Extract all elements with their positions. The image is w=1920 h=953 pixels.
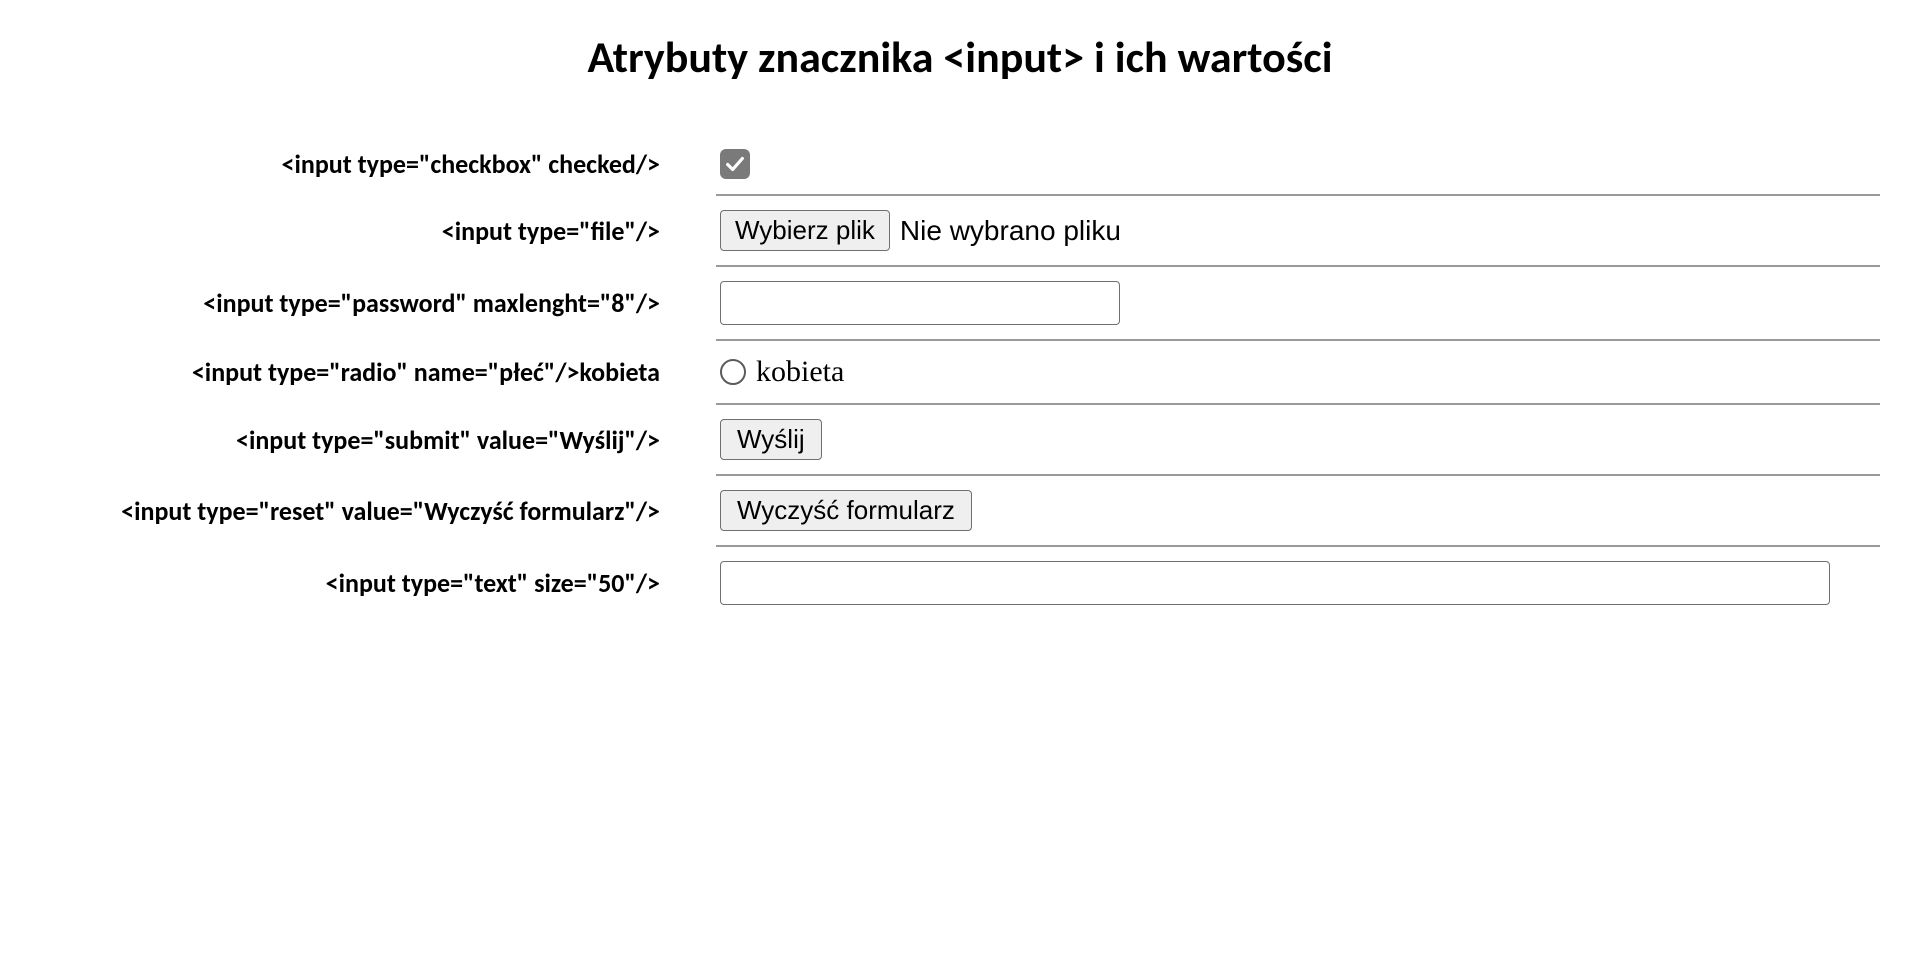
label-radio: <input type="radio" name="płeć"/>kobieta xyxy=(40,356,660,388)
control-reset: Wyczyść formularz xyxy=(660,490,1880,531)
page: Atrybuty znacznika <input> i ich wartośc… xyxy=(0,0,1920,659)
row-submit: <input type="submit" value="Wyślij"/> Wy… xyxy=(40,405,1880,474)
label-submit: <input type="submit" value="Wyślij"/> xyxy=(40,424,660,456)
row-text: <input type="text" size="50"/> xyxy=(40,547,1880,619)
row-reset: <input type="reset" value="Wyczyść formu… xyxy=(40,476,1880,545)
text-input[interactable] xyxy=(720,561,1830,605)
checkbox-input[interactable] xyxy=(720,149,750,179)
label-reset: <input type="reset" value="Wyczyść formu… xyxy=(40,495,660,527)
control-radio: kobieta xyxy=(660,355,1880,389)
radio-option-label: kobieta xyxy=(756,355,844,389)
row-checkbox: <input type="checkbox" checked/> xyxy=(40,134,1880,194)
page-title: Atrybuty znacznika <input> i ich wartośc… xyxy=(40,30,1880,84)
control-file: Wybierz plik Nie wybrano pliku xyxy=(660,210,1880,251)
radio-input[interactable] xyxy=(720,359,746,385)
reset-button[interactable]: Wyczyść formularz xyxy=(720,490,972,531)
row-file: <input type="file"/> Wybierz plik Nie wy… xyxy=(40,196,1880,265)
label-password: <input type="password" maxlenght="8"/> xyxy=(40,287,660,319)
label-text: <input type="text" size="50"/> xyxy=(40,567,660,599)
control-password xyxy=(660,281,1880,325)
row-radio: <input type="radio" name="płeć"/>kobieta… xyxy=(40,341,1880,403)
control-submit: Wyślij xyxy=(660,419,1880,460)
file-status-text: Nie wybrano pliku xyxy=(900,215,1121,247)
submit-button[interactable]: Wyślij xyxy=(720,419,822,460)
row-password: <input type="password" maxlenght="8"/> xyxy=(40,267,1880,339)
label-file: <input type="file"/> xyxy=(40,215,660,247)
password-input[interactable] xyxy=(720,281,1120,325)
label-checkbox: <input type="checkbox" checked/> xyxy=(40,148,660,180)
control-text xyxy=(660,561,1880,605)
file-choose-button[interactable]: Wybierz plik xyxy=(720,210,890,251)
control-checkbox xyxy=(660,149,1880,179)
check-icon xyxy=(724,153,746,175)
